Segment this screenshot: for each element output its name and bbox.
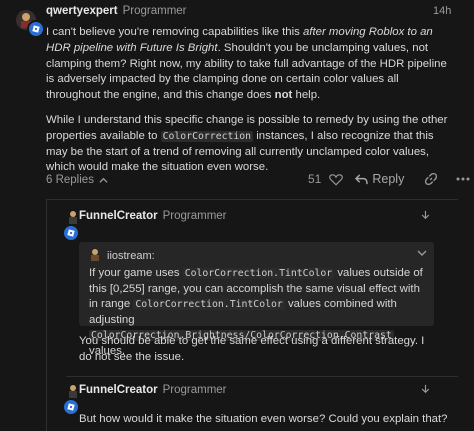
user-role: Programmer: [122, 5, 187, 17]
more-icon[interactable]: [456, 177, 470, 181]
post-username[interactable]: FunnelCreator Programmer: [79, 210, 227, 222]
post-body: I can't believe you're removing capabili…: [46, 25, 456, 185]
quote-author[interactable]: iiostream:: [107, 250, 155, 262]
post-body: But how would it make the situation even…: [79, 413, 448, 425]
thread-line: [46, 199, 47, 431]
chevron-up-icon: [99, 176, 108, 185]
divider: [46, 199, 458, 200]
link-icon[interactable]: [424, 172, 438, 186]
chevron-down-icon[interactable]: [417, 248, 427, 260]
post-body: You should be able to get the same effec…: [79, 335, 425, 363]
heart-icon[interactable]: [329, 173, 344, 186]
avatar-figure-icon: [69, 211, 77, 224]
roblox-badge-icon: [62, 224, 80, 242]
avatar[interactable]: [66, 383, 80, 399]
roblox-badge-icon: [27, 20, 45, 38]
chevron-down-icon[interactable]: [421, 384, 430, 397]
avatar-figure-icon: [69, 385, 77, 398]
post-username[interactable]: FunnelCreator Programmer: [79, 384, 227, 396]
post-paragraph: While I understand this specific change …: [46, 113, 448, 174]
user-role: Programmer: [162, 384, 227, 396]
post-paragraph: I can't believe you're removing capabili…: [46, 26, 447, 102]
divider: [66, 376, 458, 377]
replies-toggle[interactable]: 6 Replies: [46, 174, 108, 186]
reply-button[interactable]: Reply: [355, 172, 404, 186]
user-role: Programmer: [162, 210, 227, 222]
post-username[interactable]: qwertyexpert Programmer: [46, 5, 187, 17]
quote-header: iiostream:: [89, 248, 155, 264]
quote-block: iiostream: If your game uses ColorCorrec…: [79, 242, 434, 357]
roblox-badge-icon: [62, 398, 80, 416]
chevron-down-icon[interactable]: [421, 210, 430, 223]
quote-avatar[interactable]: [89, 248, 101, 264]
reply-arrow-icon: [355, 173, 369, 184]
post-actions: 51 Reply: [308, 172, 470, 186]
like-count: 51: [308, 172, 322, 186]
post-timestamp[interactable]: 14h: [433, 5, 451, 17]
avatar[interactable]: [66, 209, 80, 225]
